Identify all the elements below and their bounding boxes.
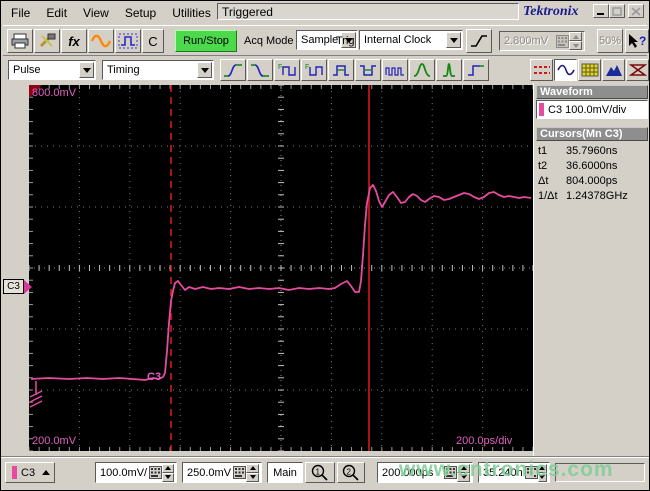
measure-peak-wide-button[interactable] xyxy=(409,59,435,81)
pulse-mask-button[interactable] xyxy=(115,29,141,53)
menu-file[interactable]: File xyxy=(3,4,38,22)
close-button[interactable] xyxy=(628,4,644,18)
channel-color-chip xyxy=(539,103,544,116)
vertical-top-label: 800.0mV xyxy=(32,87,77,99)
menu-edit[interactable]: Edit xyxy=(38,4,75,22)
measure-pos-width-button[interactable] xyxy=(328,59,354,81)
oscilloscope-app-window: File Edit View Setup Utilities Help Trig… xyxy=(0,0,650,491)
trace-channel-label: C3 xyxy=(147,371,162,383)
print-button[interactable] xyxy=(7,29,33,53)
svg-text:1: 1 xyxy=(316,468,321,477)
tektronix-logo: Tektronix xyxy=(523,4,579,19)
waveform-list-entry[interactable]: C3 100.0mV/div xyxy=(536,100,648,119)
main-toolbar: fx C Run/Stop Acq Mode Sample Trig Inter… xyxy=(3,25,649,55)
trigger-level-field: 2.800mV xyxy=(499,31,585,51)
keypad-icon[interactable] xyxy=(233,466,247,479)
measure-group-select[interactable]: Timing xyxy=(102,60,214,80)
svg-text:F: F xyxy=(305,64,309,71)
magnifier-1-icon: 1 xyxy=(311,464,328,481)
bottom-control-bar: C3 100.0mV/ 250.0mV Main 1 2 200.000ps 3… xyxy=(1,456,649,490)
measurement-toolbar: Pulse Timing F F xyxy=(3,55,649,83)
help-pointer-button[interactable]: ? xyxy=(625,29,649,53)
channel-position-marker[interactable]: C3 xyxy=(3,279,32,294)
status-recess xyxy=(555,463,645,482)
chevron-down-icon[interactable] xyxy=(79,62,94,78)
clear-button[interactable]: C xyxy=(142,29,164,53)
channel-arrow-icon xyxy=(24,279,32,294)
eye-mask-button[interactable] xyxy=(626,59,649,81)
measure-burst-button[interactable] xyxy=(382,59,408,81)
measure-period-button[interactable]: F xyxy=(301,59,327,81)
up-arrow-icon xyxy=(42,470,50,475)
keypad-icon[interactable] xyxy=(444,466,457,479)
readout-delta-t: Δt 804.000ps xyxy=(538,175,618,187)
keypad-icon[interactable] xyxy=(149,466,163,479)
zoom1-button[interactable]: 1 xyxy=(305,462,335,483)
channel-selector-button[interactable]: C3 xyxy=(5,462,55,483)
measure-settle-button[interactable] xyxy=(463,59,489,81)
channel-color-chip xyxy=(12,466,17,479)
trigger-status: Triggered xyxy=(217,3,519,20)
fx-math-button[interactable]: fx xyxy=(61,29,87,53)
menu-setup[interactable]: Setup xyxy=(117,4,164,22)
vertical-offset-field[interactable]: 250.0mV xyxy=(182,462,262,483)
readout-inverse-delta-t: 1/Δt 1.24378GHz xyxy=(538,190,628,202)
waveform-panel-header: Waveform xyxy=(536,85,648,99)
trigger-level-stepper[interactable] xyxy=(569,32,582,50)
waveform-button[interactable] xyxy=(88,29,114,53)
timebase-main-button[interactable]: Main xyxy=(267,462,303,483)
trig-label: Trig xyxy=(336,35,355,47)
horizontal-scale-stepper[interactable] xyxy=(457,463,470,482)
scope-display-area: 800.0mV 200.0mV 200.0ps/div C3 C3 xyxy=(1,83,533,456)
menu-utilities[interactable]: Utilities xyxy=(164,4,219,22)
cursor-hbars-button[interactable] xyxy=(530,59,553,81)
measure-peak-narrow-button[interactable] xyxy=(436,59,462,81)
menu-view[interactable]: View xyxy=(75,4,117,22)
measure-fall-time-button[interactable] xyxy=(247,59,273,81)
measure-neg-width-button[interactable] xyxy=(355,59,381,81)
vertical-scale-stepper[interactable] xyxy=(162,463,174,482)
run-stop-button[interactable]: Run/Stop xyxy=(175,30,237,52)
horizontal-scale-field[interactable]: 200.000ps xyxy=(377,462,473,483)
svg-text:2: 2 xyxy=(347,468,352,477)
histogram-button[interactable] xyxy=(602,59,625,81)
acq-mode-label: Acq Mode xyxy=(244,35,294,47)
chevron-down-icon[interactable] xyxy=(197,62,212,78)
minimize-button[interactable] xyxy=(593,4,609,18)
keypad-icon xyxy=(556,34,569,48)
cursor-waveform-button[interactable] xyxy=(554,59,577,81)
measure-frequency-button[interactable]: F xyxy=(274,59,300,81)
display-grid-button[interactable] xyxy=(578,59,601,81)
set-50pct-button: 50% xyxy=(597,29,623,53)
horizontal-position-field[interactable]: 35.240n xyxy=(478,462,550,483)
measure-rise-time-button[interactable] xyxy=(220,59,246,81)
vertical-offset-stepper[interactable] xyxy=(246,463,259,482)
vertical-bottom-label: 200.0mV xyxy=(32,435,77,447)
readout-t2: t2 36.6000ns xyxy=(538,160,618,172)
tools-button[interactable] xyxy=(34,29,60,53)
zoom2-button[interactable]: 2 xyxy=(337,462,365,483)
trigger-source-select[interactable]: Internal Clock xyxy=(359,30,463,50)
trigger-slope-button[interactable] xyxy=(466,29,492,53)
svg-text:?: ? xyxy=(639,34,646,48)
graticule[interactable] xyxy=(29,85,533,451)
vertical-scale-field[interactable]: 100.0mV/ xyxy=(95,462,177,483)
chevron-down-icon[interactable] xyxy=(446,32,461,48)
measure-category-select[interactable]: Pulse xyxy=(8,60,96,80)
keypad-icon[interactable] xyxy=(524,466,538,479)
horizontal-position-stepper[interactable] xyxy=(537,463,547,482)
readout-t1: t1 35.7960ns xyxy=(538,145,618,157)
horizontal-scale-label: 200.0ps/div xyxy=(456,435,513,447)
svg-text:F: F xyxy=(278,64,282,71)
cursors-panel-header: Cursors(Mn C3) xyxy=(536,127,648,141)
maximize-button[interactable] xyxy=(609,4,625,18)
readout-sidebar: Waveform C3 100.0mV/div Cursors(Mn C3) t… xyxy=(533,83,649,456)
magnifier-2-icon: 2 xyxy=(342,464,359,481)
